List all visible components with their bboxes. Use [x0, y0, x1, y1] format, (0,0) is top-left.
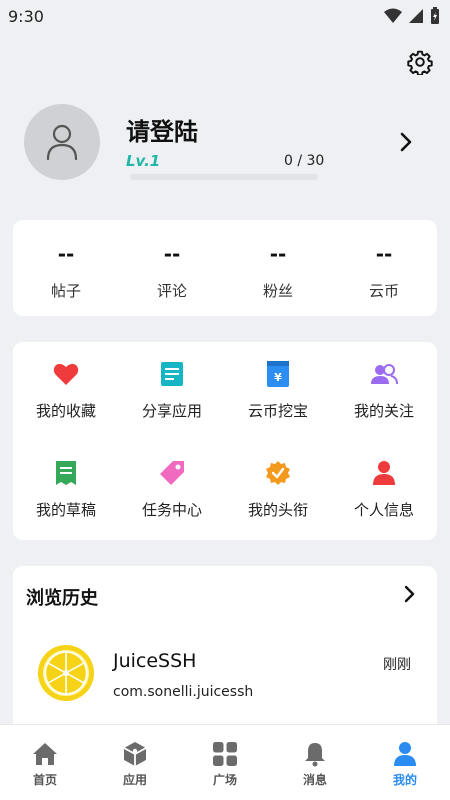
chevron-right-icon [404, 585, 415, 603]
chevron-right-icon [400, 132, 412, 152]
stat-value: -- [375, 242, 393, 266]
menu-label: 个人信息 [353, 501, 414, 519]
profile-arrow-button[interactable] [394, 130, 418, 154]
exp-progress-bar [130, 174, 318, 180]
stat-label: 帖子 [50, 282, 81, 300]
signal-icon [409, 9, 423, 23]
menu-item-share-app[interactable]: 分享应用 [119, 342, 225, 441]
document-icon [158, 360, 186, 388]
gear-icon [407, 50, 433, 75]
menu-label: 我的关注 [353, 402, 414, 420]
stat-value: -- [57, 242, 75, 266]
bottom-nav: 首页 应用 广场 消息 我的 [0, 724, 450, 800]
exp-text: 0 / 30 [284, 153, 325, 169]
lemon-icon [37, 644, 95, 702]
nav-tab-square[interactable]: 广场 [180, 725, 270, 800]
history-item[interactable]: JuiceSSH com.sonelli.juicessh 刚刚 [13, 642, 437, 712]
draft-icon [52, 459, 80, 487]
bell-icon [302, 741, 328, 767]
settings-button[interactable] [406, 48, 434, 76]
profile-header[interactable]: 请登陆 Lv.1 0 / 30 [24, 104, 426, 184]
visit-time: 刚刚 [383, 657, 411, 673]
stat-posts[interactable]: -- 帖子 [13, 220, 119, 316]
badge-icon [264, 459, 292, 487]
nav-label: 消息 [302, 773, 327, 787]
user-icon [392, 741, 418, 767]
nav-tab-mine[interactable]: 我的 [360, 725, 450, 800]
menu-item-coin-treasure[interactable]: ¥ 云币挖宝 [225, 342, 331, 441]
stat-label: 云币 [368, 282, 399, 300]
stat-label: 粉丝 [262, 282, 293, 300]
nav-label: 首页 [32, 773, 57, 787]
people-icon [370, 360, 398, 388]
stat-comments[interactable]: -- 评论 [119, 220, 225, 316]
tag-icon [158, 459, 186, 487]
menu-label: 我的头衔 [247, 501, 308, 519]
status-bar: 9:30 [0, 0, 450, 32]
svg-text:¥: ¥ [274, 371, 282, 384]
app-name: JuiceSSH [113, 650, 197, 672]
stat-value: -- [269, 242, 287, 266]
stat-value: -- [163, 242, 181, 266]
heart-icon [52, 360, 80, 388]
nav-label: 广场 [212, 773, 237, 787]
nav-label: 应用 [122, 773, 147, 787]
home-icon [32, 741, 58, 767]
stat-coins[interactable]: -- 云币 [331, 220, 437, 316]
stat-fans[interactable]: -- 粉丝 [225, 220, 331, 316]
cube-icon [122, 741, 148, 767]
default-avatar-icon [46, 124, 78, 161]
avatar[interactable] [24, 104, 100, 180]
menu-label: 分享应用 [141, 402, 202, 420]
stats-card: -- 帖子 -- 评论 -- 粉丝 -- 云币 [13, 220, 437, 316]
nav-tab-messages[interactable]: 消息 [270, 725, 360, 800]
menu-item-personal-info[interactable]: 个人信息 [331, 441, 437, 540]
menu-item-task-center[interactable]: 任务中心 [119, 441, 225, 540]
menu-item-favorites[interactable]: 我的收藏 [13, 342, 119, 441]
grid-icon [212, 741, 238, 767]
wifi-icon [384, 8, 402, 23]
level-badge: Lv.1 [126, 152, 161, 170]
yen-card-icon: ¥ [264, 360, 292, 388]
app-package: com.sonelli.juicessh [113, 684, 254, 700]
menu-grid-card: 我的收藏 分享应用 ¥ 云币挖宝 我的关注 我的草稿 任务中心 我的头衔 个人信… [13, 342, 437, 540]
status-icons [384, 7, 440, 25]
nav-tab-apps[interactable]: 应用 [90, 725, 180, 800]
menu-label: 任务中心 [141, 501, 202, 519]
menu-item-drafts[interactable]: 我的草稿 [13, 441, 119, 540]
stat-label: 评论 [156, 282, 187, 300]
username[interactable]: 请登陆 [126, 112, 198, 147]
history-more-button[interactable] [399, 584, 419, 604]
history-card: 浏览历史 JuiceSSH com.sonelli.juicessh 刚刚 [13, 566, 437, 736]
menu-item-titles[interactable]: 我的头衔 [225, 441, 331, 540]
menu-item-following[interactable]: 我的关注 [331, 342, 437, 441]
nav-label: 我的 [392, 773, 417, 787]
status-time: 9:30 [8, 6, 44, 26]
menu-label: 我的草稿 [35, 501, 96, 519]
menu-label: 我的收藏 [35, 402, 96, 420]
person-icon [370, 459, 398, 487]
menu-label: 云币挖宝 [247, 402, 308, 420]
history-title: 浏览历史 [26, 588, 98, 609]
nav-tab-home[interactable]: 首页 [0, 725, 90, 800]
battery-icon [431, 7, 439, 24]
